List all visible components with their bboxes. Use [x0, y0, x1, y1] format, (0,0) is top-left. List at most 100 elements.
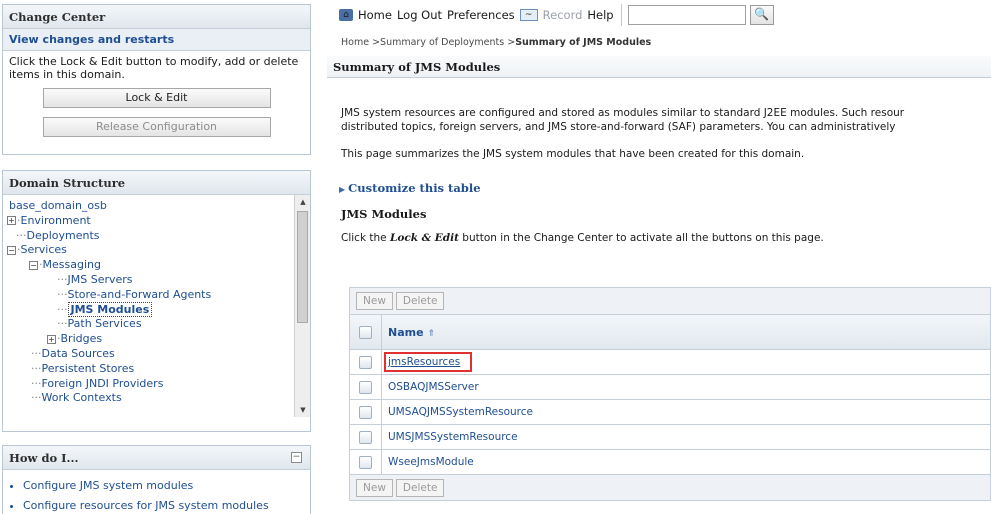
breadcrumb: Home >Summary of Deployments >Summary of…	[327, 30, 991, 56]
tree-item-label: base_domain_osb	[9, 199, 107, 212]
description-summary: This page summarizes the JMS system modu…	[341, 148, 805, 160]
release-configuration-button[interactable]: Release Configuration	[42, 117, 271, 137]
jms-modules-table: New Delete Name ⇑ jmsResources OSBAQJMSSer…	[349, 287, 991, 501]
tree-item-messaging[interactable]: − ·Messaging	[3, 258, 310, 273]
table-toolbar: New Delete	[350, 288, 990, 314]
tree-item-bridges[interactable]: + ·Bridges	[3, 332, 310, 347]
main-content: ⌂ Home Log Out Preferences ~ Record Help…	[327, 0, 991, 514]
preferences-link[interactable]: Preferences	[447, 8, 515, 22]
release-wrap: Release Configuration	[3, 117, 310, 137]
logout-link[interactable]: Log Out	[397, 8, 442, 22]
tree-item-label: Work Contexts	[41, 391, 122, 405]
tree-item-base-domain[interactable]: base_domain_osb	[3, 199, 310, 214]
row-checkbox[interactable]	[359, 405, 372, 419]
checkbox-cell	[350, 375, 382, 399]
change-center-panel: Change Center View changes and restarts …	[2, 4, 311, 155]
home-link[interactable]: Home	[358, 8, 392, 22]
customize-label: Customize this table	[348, 181, 481, 195]
checkbox-cell	[350, 450, 382, 474]
instruction-post: button in the Change Center to activate …	[458, 232, 824, 244]
module-link[interactable]: UMSAQJMSSystemResource	[382, 406, 533, 418]
domain-structure-title: Domain Structure	[3, 171, 310, 195]
tree-item-jms-servers[interactable]: ···JMS Servers	[3, 273, 310, 288]
tree-item-deployments[interactable]: ···Deployments	[3, 229, 310, 244]
view-changes-link[interactable]: View changes and restarts	[3, 29, 310, 51]
page-title: Summary of JMS Modules	[327, 56, 991, 78]
domain-tree: base_domain_osb + ·Environment ···Deploym…	[3, 195, 310, 417]
table-row: jmsResources	[350, 349, 990, 374]
tree-item-label: Services	[20, 243, 67, 257]
tree-item-label: Messaging	[42, 258, 101, 272]
name-column-header[interactable]: Name ⇑	[382, 326, 435, 339]
new-button[interactable]: New	[356, 292, 393, 310]
module-link[interactable]: WseeJmsModule	[382, 456, 474, 468]
tree-item-label: Deployments	[26, 228, 100, 242]
column-label: Name	[388, 325, 424, 339]
name-cell: jmsResources	[382, 352, 473, 372]
row-checkbox[interactable]	[359, 355, 372, 369]
tree-item-path-services[interactable]: ···Path Services	[3, 317, 310, 332]
tree-item-label: Path Services	[67, 317, 142, 331]
tree-item-work-contexts[interactable]: ···Work Contexts	[3, 391, 310, 406]
tree-item-label: Store-and-Forward Agents	[67, 287, 212, 301]
description-line: distributed topics, foreign servers, and…	[341, 121, 896, 133]
module-link[interactable]: OSBAQJMSServer	[382, 381, 479, 393]
left-column: Change Center View changes and restarts …	[0, 0, 313, 514]
expand-triangle-icon: ▶	[339, 184, 346, 194]
expand-icon[interactable]: +	[7, 216, 16, 226]
tree-item-saf-agents[interactable]: ···Store-and-Forward Agents	[3, 288, 310, 303]
module-link[interactable]: jmsResources	[388, 356, 460, 368]
sort-icon[interactable]: ⇑	[428, 329, 436, 339]
header-checkbox-cell	[350, 315, 382, 349]
how-do-i-link[interactable]: Configure resources for JMS system modul…	[23, 498, 310, 514]
delete-button[interactable]: Delete	[395, 479, 445, 497]
tree-item-persistent-stores[interactable]: ···Persistent Stores	[3, 362, 310, 377]
instruction-emphasis: Lock & Edit	[389, 232, 459, 244]
table-header-row: Name ⇑	[350, 314, 990, 349]
home-icon[interactable]: ⌂	[339, 9, 353, 21]
tree-item-label: Persistent Stores	[41, 361, 135, 375]
search-input[interactable]	[627, 5, 746, 25]
delete-button[interactable]: Delete	[395, 292, 445, 310]
tree-item-environment[interactable]: + ·Environment	[3, 214, 310, 229]
collapse-panel-icon[interactable]: −	[291, 452, 302, 463]
record-icon[interactable]: ~	[519, 9, 538, 21]
row-checkbox[interactable]	[359, 430, 372, 444]
tree-item-foreign-jndi[interactable]: ···Foreign JNDI Providers	[3, 377, 310, 392]
top-toolbar: ⌂ Home Log Out Preferences ~ Record Help…	[327, 0, 991, 30]
scrollbar-thumb[interactable]	[297, 211, 308, 323]
new-button[interactable]: New	[356, 479, 393, 497]
search-icon[interactable]: 🔍	[749, 5, 774, 25]
tree-item-data-sources[interactable]: ···Data Sources	[3, 347, 310, 362]
table-row: OSBAQJMSServer	[350, 374, 990, 399]
how-do-i-link[interactable]: Configure JMS system modules	[23, 478, 310, 494]
module-link[interactable]: UMSJMSSystemResource	[382, 431, 518, 443]
how-do-i-panel: How do I... − Configure JMS system modul…	[2, 445, 311, 514]
tree-item-jms-modules[interactable]: ··· JMS Modules	[3, 301, 310, 318]
checkbox-cell	[350, 425, 382, 449]
row-checkbox[interactable]	[359, 455, 372, 469]
customize-table-link[interactable]: ▶ Customize this table	[327, 181, 991, 195]
how-do-i-list: Configure JMS system modules Configure r…	[3, 470, 310, 514]
expand-icon[interactable]: +	[47, 334, 56, 344]
change-center-title: Change Center	[3, 5, 310, 29]
row-checkbox[interactable]	[359, 380, 372, 394]
select-all-checkbox[interactable]	[359, 325, 372, 339]
help-link[interactable]: Help	[587, 8, 613, 22]
page-description: JMS system resources are configured and …	[327, 78, 991, 161]
collapse-icon[interactable]: −	[7, 245, 16, 255]
lock-edit-button[interactable]: Lock & Edit	[42, 88, 271, 108]
tree-scrollbar[interactable]: ▲ ▼	[294, 195, 310, 417]
change-center-description: Click the Lock & Edit button to modify, …	[9, 55, 299, 81]
scroll-down-icon[interactable]: ▼	[295, 403, 310, 417]
tree-item-label: JMS Modules	[67, 301, 153, 317]
tree-item-label: Environment	[20, 213, 91, 227]
section-title: JMS Modules	[341, 207, 427, 221]
scroll-up-icon[interactable]: ▲	[295, 195, 310, 209]
record-link[interactable]: Record	[543, 8, 583, 22]
breadcrumb-path[interactable]: Home >Summary of Deployments >	[341, 37, 515, 48]
instruction-text: Click the Lock & Edit button in the Chan…	[327, 232, 991, 244]
collapse-icon[interactable]: −	[29, 260, 38, 270]
tree-item-services[interactable]: − ·Services	[3, 243, 310, 258]
tree-item-label: Data Sources	[41, 346, 115, 360]
